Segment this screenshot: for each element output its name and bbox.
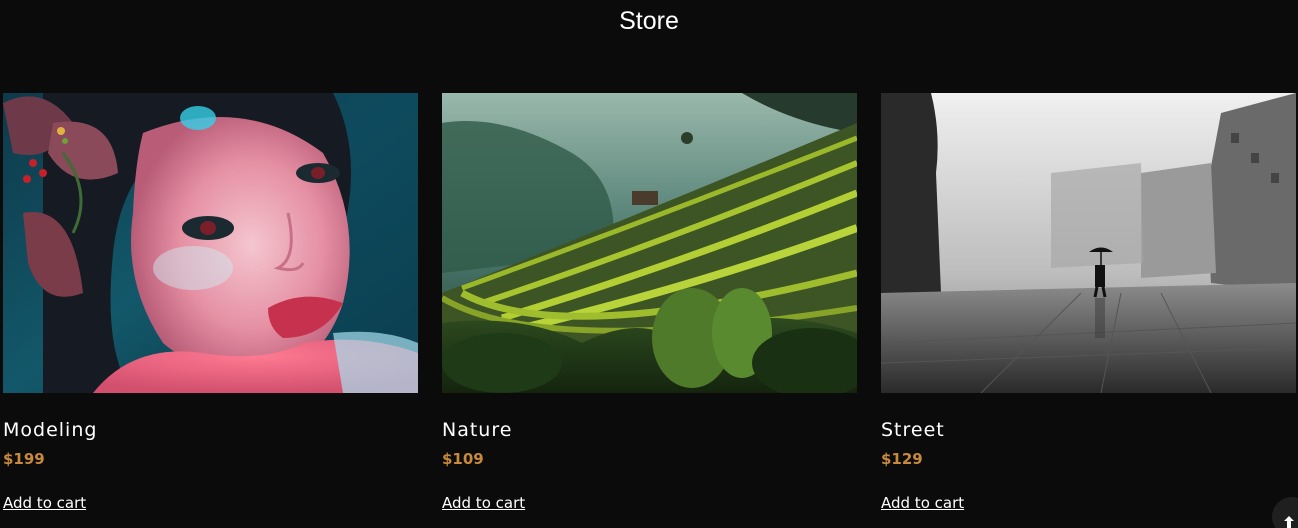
add-to-cart-link[interactable]: Add to cart: [442, 493, 525, 513]
product-name: Street: [881, 419, 945, 441]
product-name: Nature: [442, 419, 513, 441]
product-card-modeling: Modeling $199 Add to cart: [3, 93, 418, 528]
arrow-up-icon: [1284, 516, 1294, 528]
product-grid: Modeling $199 Add to cart Nature $109 Ad…: [3, 93, 1296, 528]
product-price: $109: [442, 450, 484, 468]
rice-terraces-photo: [442, 93, 857, 393]
product-image-street[interactable]: [881, 93, 1296, 393]
product-image-modeling[interactable]: [3, 93, 418, 393]
product-price: $129: [881, 450, 923, 468]
add-to-cart-link[interactable]: Add to cart: [881, 493, 964, 513]
add-to-cart-link[interactable]: Add to cart: [3, 493, 86, 513]
product-price: $199: [3, 450, 45, 468]
portrait-photo: [3, 93, 418, 393]
product-name: Modeling: [3, 419, 98, 441]
store-page: Store Modeling $199 Add to cart Nature $…: [0, 0, 1298, 528]
page-title: Store: [619, 7, 679, 35]
product-image-nature[interactable]: [442, 93, 857, 393]
product-card-nature: Nature $109 Add to cart: [442, 93, 857, 528]
foggy-street-photo: [881, 93, 1296, 393]
product-card-street: Street $129 Add to cart: [881, 93, 1296, 528]
